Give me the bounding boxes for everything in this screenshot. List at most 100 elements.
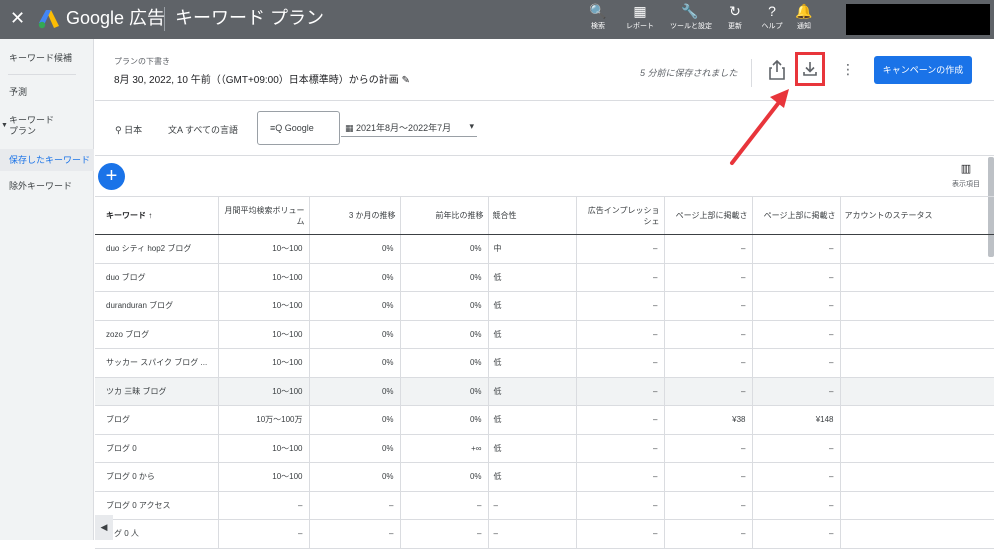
table-row[interactable]: duo ブログ 10～100 0% 0% 低 – – – bbox=[95, 263, 994, 292]
header-top-page-bid-low[interactable]: ページ上部に掲載さ bbox=[664, 196, 753, 235]
top-bar: ✕ Google 広告 キーワード プラン 🔍 検索 ▦ レポート 🔧 ツールと… bbox=[0, 0, 994, 39]
header-competition[interactable]: 競合性 bbox=[488, 196, 577, 235]
search-icon: 🔍 bbox=[589, 3, 607, 19]
table-cell: 低 bbox=[488, 348, 577, 378]
sidebar-item-keyword-ideas[interactable]: キーワード候補 bbox=[0, 53, 94, 64]
table-cell: 0% bbox=[400, 377, 489, 406]
table-cell: 0% bbox=[309, 462, 401, 492]
report-icon: ▦ bbox=[633, 3, 647, 19]
header-monthly-volume[interactable]: 月間平均検索ボリューム bbox=[218, 196, 310, 235]
sidebar-item-keyword-plan[interactable]: キーワード プラン bbox=[0, 115, 94, 137]
keyword-cell[interactable]: duo シティ hop2 ブログ bbox=[95, 234, 219, 264]
date-range-select[interactable]: ▦ 2021年8月～2022年7月 ▾ bbox=[341, 121, 477, 137]
table-row[interactable]: ブログ 0 から 10～100 0% 0% 低 – – – bbox=[95, 462, 994, 492]
table-cell: – bbox=[752, 377, 841, 406]
refresh-button[interactable]: ↻ 更新 bbox=[715, 3, 755, 37]
keyword-cell[interactable]: ブログ 0 アクセス bbox=[95, 491, 219, 520]
table-cell: 10～100 bbox=[218, 291, 310, 321]
table-cell: – bbox=[752, 234, 841, 264]
keyword-table-body: duo シティ hop2 ブログ 10～100 0% 0% 中 – – – duo ブログ 10～… bbox=[95, 234, 994, 549]
network-filter[interactable]: ≡Q Google bbox=[257, 111, 340, 145]
table-row[interactable]: ログ 0 人 – – – – – – – bbox=[95, 519, 994, 549]
header-yoy-trend[interactable]: 前年比の推移 bbox=[400, 196, 489, 235]
search-button[interactable]: 🔍 検索 bbox=[578, 3, 618, 37]
table-row[interactable]: zozo ブログ 10～100 0% 0% 低 – – – bbox=[95, 320, 994, 349]
table-row[interactable]: ブログ 10万～100万 0% 0% 低 – ¥38 ¥148 bbox=[95, 405, 994, 435]
table-row[interactable]: duo シティ hop2 ブログ 10～100 0% 0% 中 – – – bbox=[95, 234, 994, 264]
table-cell: 0% bbox=[309, 377, 401, 406]
table-cell: 10～100 bbox=[218, 462, 310, 492]
columns-button[interactable]: ▥ 表示項目 bbox=[951, 163, 981, 189]
language-filter[interactable]: 文A すべての言語 bbox=[168, 123, 238, 136]
table-cell: – bbox=[218, 519, 310, 549]
table-cell: – bbox=[752, 263, 841, 292]
table-cell: 0% bbox=[309, 348, 401, 378]
report-button[interactable]: ▦ レポート bbox=[620, 3, 660, 37]
wrench-icon: 🔧 bbox=[681, 3, 699, 19]
table-cell: – bbox=[488, 519, 577, 549]
sidebar-divider bbox=[8, 74, 76, 75]
table-row[interactable]: ブログ 0 アクセス – – – – – – – bbox=[95, 491, 994, 520]
keyword-cell[interactable]: ブログ 0 から bbox=[95, 462, 219, 492]
table-cell: 低 bbox=[488, 377, 577, 406]
table-row[interactable]: duranduran ブログ 10～100 0% 0% 低 – – – bbox=[95, 291, 994, 321]
keyword-cell[interactable]: duo ブログ bbox=[95, 263, 219, 292]
download-button[interactable] bbox=[795, 52, 825, 86]
table-cell: – bbox=[752, 491, 841, 520]
table-cell: 0% bbox=[400, 263, 489, 292]
sidebar-item-saved-keywords[interactable]: 保存したキーワード bbox=[0, 149, 94, 171]
table-cell: – bbox=[752, 434, 841, 463]
create-campaign-button[interactable]: キャンペーンの作成 bbox=[874, 56, 972, 84]
table-cell: – bbox=[576, 519, 665, 549]
keyword-cell[interactable]: zozo ブログ bbox=[95, 320, 219, 349]
table-cell: +∞ bbox=[400, 434, 489, 463]
dropdown-arrow-icon: ▾ bbox=[469, 121, 474, 131]
header-three-month-trend[interactable]: 3 か月の推移 bbox=[309, 196, 401, 235]
page-title: キーワード プラン bbox=[175, 8, 325, 28]
keyword-cell[interactable]: ツカ 三昧 ブログ bbox=[95, 377, 219, 406]
table-cell: – bbox=[664, 234, 753, 264]
account-area[interactable] bbox=[846, 4, 990, 35]
table-cell: 低 bbox=[488, 320, 577, 349]
table-cell: 0% bbox=[400, 234, 489, 264]
table-cell: 0% bbox=[309, 263, 401, 292]
refresh-icon: ↻ bbox=[729, 3, 741, 19]
sidebar-item-negative-keywords[interactable]: 除外キーワード bbox=[0, 181, 94, 192]
table-cell: 0% bbox=[309, 291, 401, 321]
table-row[interactable]: サッカー スパイク ブログ ... 10～100 0% 0% 低 – – – bbox=[95, 348, 994, 378]
keyword-cell[interactable]: ログ 0 人 bbox=[95, 519, 219, 549]
table-cell bbox=[840, 377, 994, 406]
table-cell: 0% bbox=[309, 320, 401, 349]
table-row[interactable]: ツカ 三昧 ブログ 10～100 0% 0% 低 – – – bbox=[95, 377, 994, 406]
close-icon[interactable]: ✕ bbox=[10, 8, 25, 28]
table-cell bbox=[840, 291, 994, 321]
brand-name: Google 広告 bbox=[66, 8, 166, 28]
header-top-page-bid-high[interactable]: ページ上部に掲載さ bbox=[752, 196, 841, 235]
header-impression-share[interactable]: 広告インプレッショ シェ bbox=[576, 196, 665, 235]
keyword-cell[interactable]: ブログ bbox=[95, 405, 219, 435]
add-keyword-button[interactable]: + bbox=[98, 163, 125, 190]
more-options-icon[interactable]: ⋮ bbox=[841, 61, 855, 77]
table-cell bbox=[840, 491, 994, 520]
keyword-cell[interactable]: サッカー スパイク ブログ ... bbox=[95, 348, 219, 378]
table-cell: 10～100 bbox=[218, 234, 310, 264]
notifications-button[interactable]: 🔔 通知 bbox=[784, 3, 824, 37]
table-cell: – bbox=[664, 462, 753, 492]
keyword-cell[interactable]: duranduran ブログ bbox=[95, 291, 219, 321]
scroll-left-button[interactable]: ◀ bbox=[95, 515, 113, 540]
table-cell: – bbox=[400, 491, 489, 520]
table-row[interactable]: ブログ 0 10～100 0% +∞ 低 – – – bbox=[95, 434, 994, 463]
table-cell: – bbox=[664, 491, 753, 520]
header-account-status[interactable]: アカウントのステータス bbox=[840, 196, 994, 235]
header-keyword[interactable]: キーワード ↑ bbox=[95, 196, 219, 235]
location-filter[interactable]: ⚲ 日本 bbox=[115, 123, 142, 136]
tools-button[interactable]: 🔧 ツールと設定 bbox=[670, 3, 712, 37]
share-icon[interactable] bbox=[767, 59, 787, 81]
plan-title[interactable]: 8月 30, 2022, 10 午前（（GMT+09:00）日本標準時）からの計… bbox=[114, 71, 410, 86]
table-cell: – bbox=[664, 348, 753, 378]
table-cell: – bbox=[752, 519, 841, 549]
keyword-cell[interactable]: ブログ 0 bbox=[95, 434, 219, 463]
sidebar-item-forecast[interactable]: 予測 bbox=[0, 87, 94, 98]
table-cell bbox=[840, 405, 994, 435]
table-cell: 10～100 bbox=[218, 377, 310, 406]
